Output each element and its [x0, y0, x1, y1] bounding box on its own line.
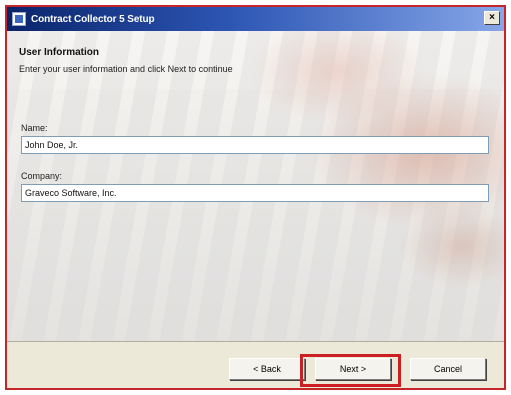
window-title: Contract Collector 5 Setup: [31, 13, 155, 25]
cancel-button[interactable]: Cancel: [410, 358, 486, 380]
next-button-highlight: [300, 354, 401, 387]
close-button[interactable]: ×: [484, 11, 500, 25]
title-bar[interactable]: Contract Collector 5 Setup ×: [7, 7, 504, 31]
name-label: Name:: [21, 123, 48, 133]
user-info-form: Name: Company:: [7, 31, 504, 341]
button-bar: < Back Next > Cancel: [7, 341, 504, 388]
company-label: Company:: [21, 171, 63, 181]
setup-window: Contract Collector 5 Setup × User Inform…: [5, 5, 506, 390]
back-button[interactable]: < Back: [229, 358, 305, 380]
name-field[interactable]: [21, 136, 489, 154]
app-icon: [12, 12, 26, 26]
company-field[interactable]: [21, 184, 489, 202]
